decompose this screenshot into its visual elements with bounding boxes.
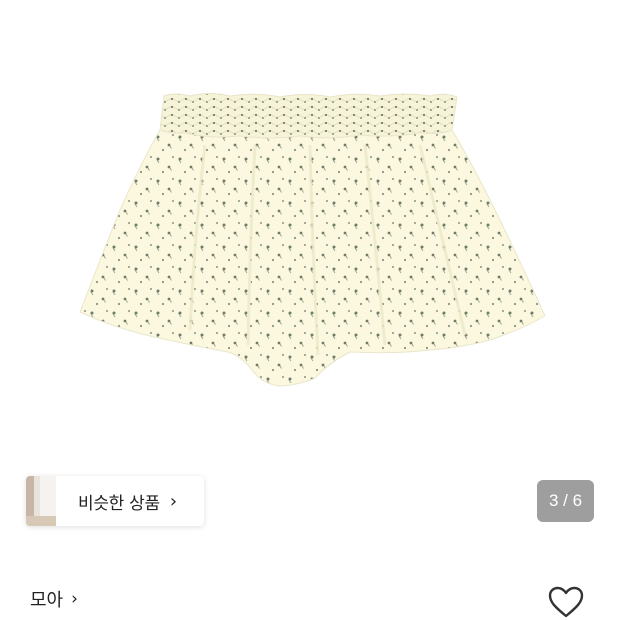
chevron-right-icon: › <box>71 589 78 609</box>
similar-products-label: 비슷한 상품 <box>78 493 160 514</box>
chevron-right-icon: › <box>169 490 178 512</box>
image-page-counter: 3 / 6 <box>537 480 594 522</box>
heart-outline-icon <box>548 586 584 618</box>
wishlist-button[interactable] <box>544 582 588 620</box>
similar-products-button[interactable]: 비슷한 상품 › <box>26 476 204 526</box>
store-name: 모아 <box>30 590 64 611</box>
floral-shorts-image <box>79 93 546 387</box>
product-image[interactable] <box>0 0 620 550</box>
store-link[interactable]: 모아 › <box>30 584 78 614</box>
similar-product-thumbnail <box>26 476 56 526</box>
